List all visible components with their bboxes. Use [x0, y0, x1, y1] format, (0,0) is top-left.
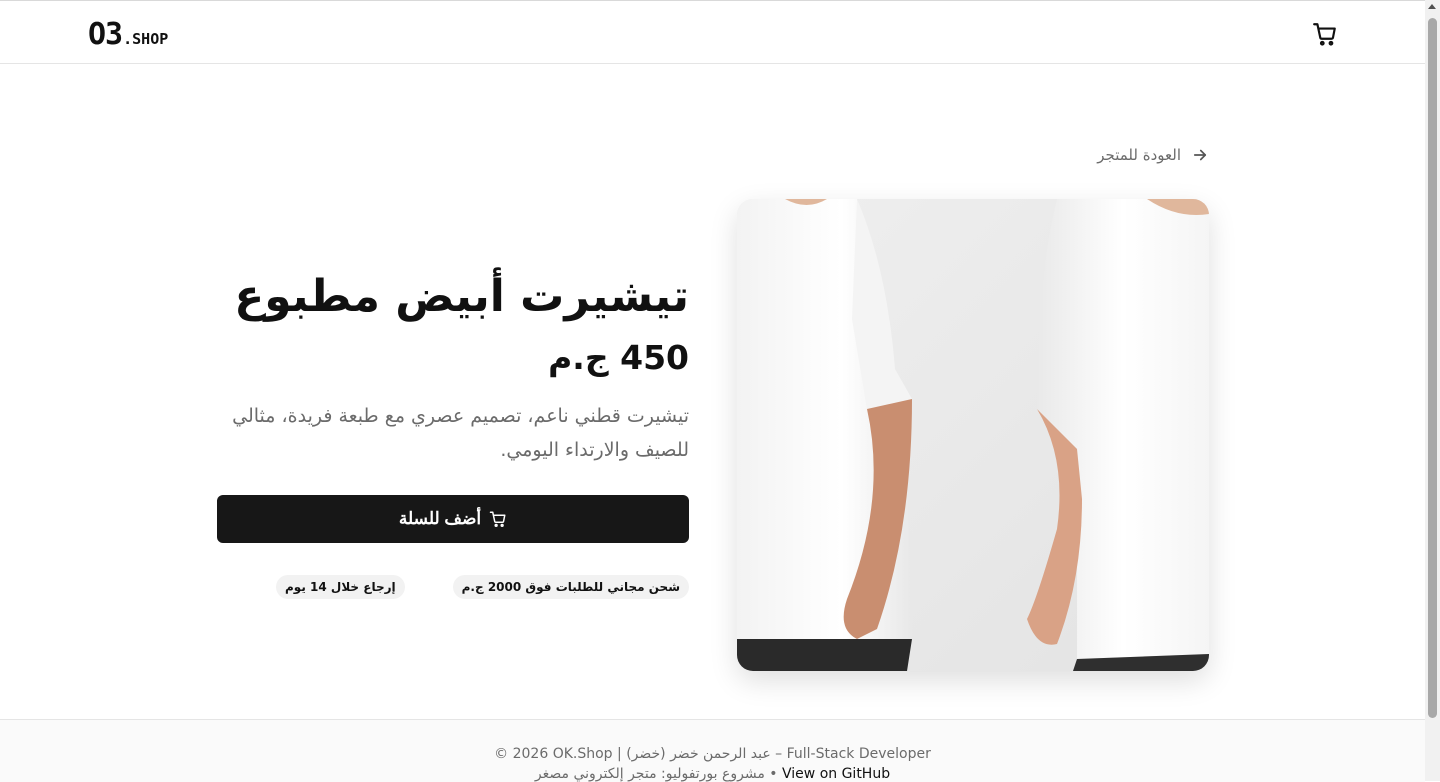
- github-link[interactable]: View on GitHub: [782, 766, 890, 782]
- back-to-store-link[interactable]: العودة للمتجر: [1097, 143, 1209, 167]
- product-description: تيشيرت قطني ناعم، تصميم عصري مع طبعة فري…: [232, 405, 689, 461]
- arrow-right-icon: [1193, 149, 1207, 161]
- cart-icon: [489, 511, 506, 528]
- returns-badge: إرجاع خلال 14 يوم: [276, 575, 405, 599]
- footer-project-text: مشروع بورتفوليو: متجر إلكتروني مصغر •: [534, 766, 778, 782]
- site-header: O3 .SHOP: [0, 1, 1425, 64]
- scroll-up-icon[interactable]: [1428, 4, 1436, 9]
- cart-icon: [1313, 23, 1336, 46]
- scrollbar[interactable]: [1425, 0, 1440, 781]
- product-image: [737, 199, 1209, 671]
- product-badges: شحن مجاني للطلبات فوق 2000 ج.م إرجاع خلا…: [217, 575, 689, 599]
- logo-suffix: .SHOP: [123, 30, 169, 48]
- cart-button[interactable]: [1310, 19, 1340, 49]
- product-title: تيشيرت أبيض مطبوع: [234, 271, 689, 322]
- free-shipping-badge: شحن مجاني للطلبات فوق 2000 ج.م: [452, 575, 689, 599]
- tshirt-photo: [737, 199, 1209, 671]
- add-to-cart-button[interactable]: أضف للسلة: [217, 495, 689, 543]
- logo-main: O3: [88, 17, 123, 52]
- logo[interactable]: O3 .SHOP: [88, 16, 168, 50]
- site-footer: © 2026 OK.Shop | عبد الرحمن خضر (خضر) – …: [0, 719, 1425, 782]
- footer-copyright: © 2026 OK.Shop | عبد الرحمن خضر (خضر) – …: [494, 746, 931, 762]
- product-price: 450 ج.م: [548, 338, 689, 377]
- footer-project-line: مشروع بورتفوليو: متجر إلكتروني مصغر • Vi…: [0, 766, 1425, 782]
- scrollbar-thumb[interactable]: [1428, 18, 1437, 718]
- back-link-label: العودة للمتجر: [1097, 146, 1181, 164]
- product-info: تيشيرت أبيض مطبوع 450 ج.م تيشيرت قطني نا…: [217, 265, 689, 599]
- add-to-cart-label: أضف للسلة: [398, 509, 482, 528]
